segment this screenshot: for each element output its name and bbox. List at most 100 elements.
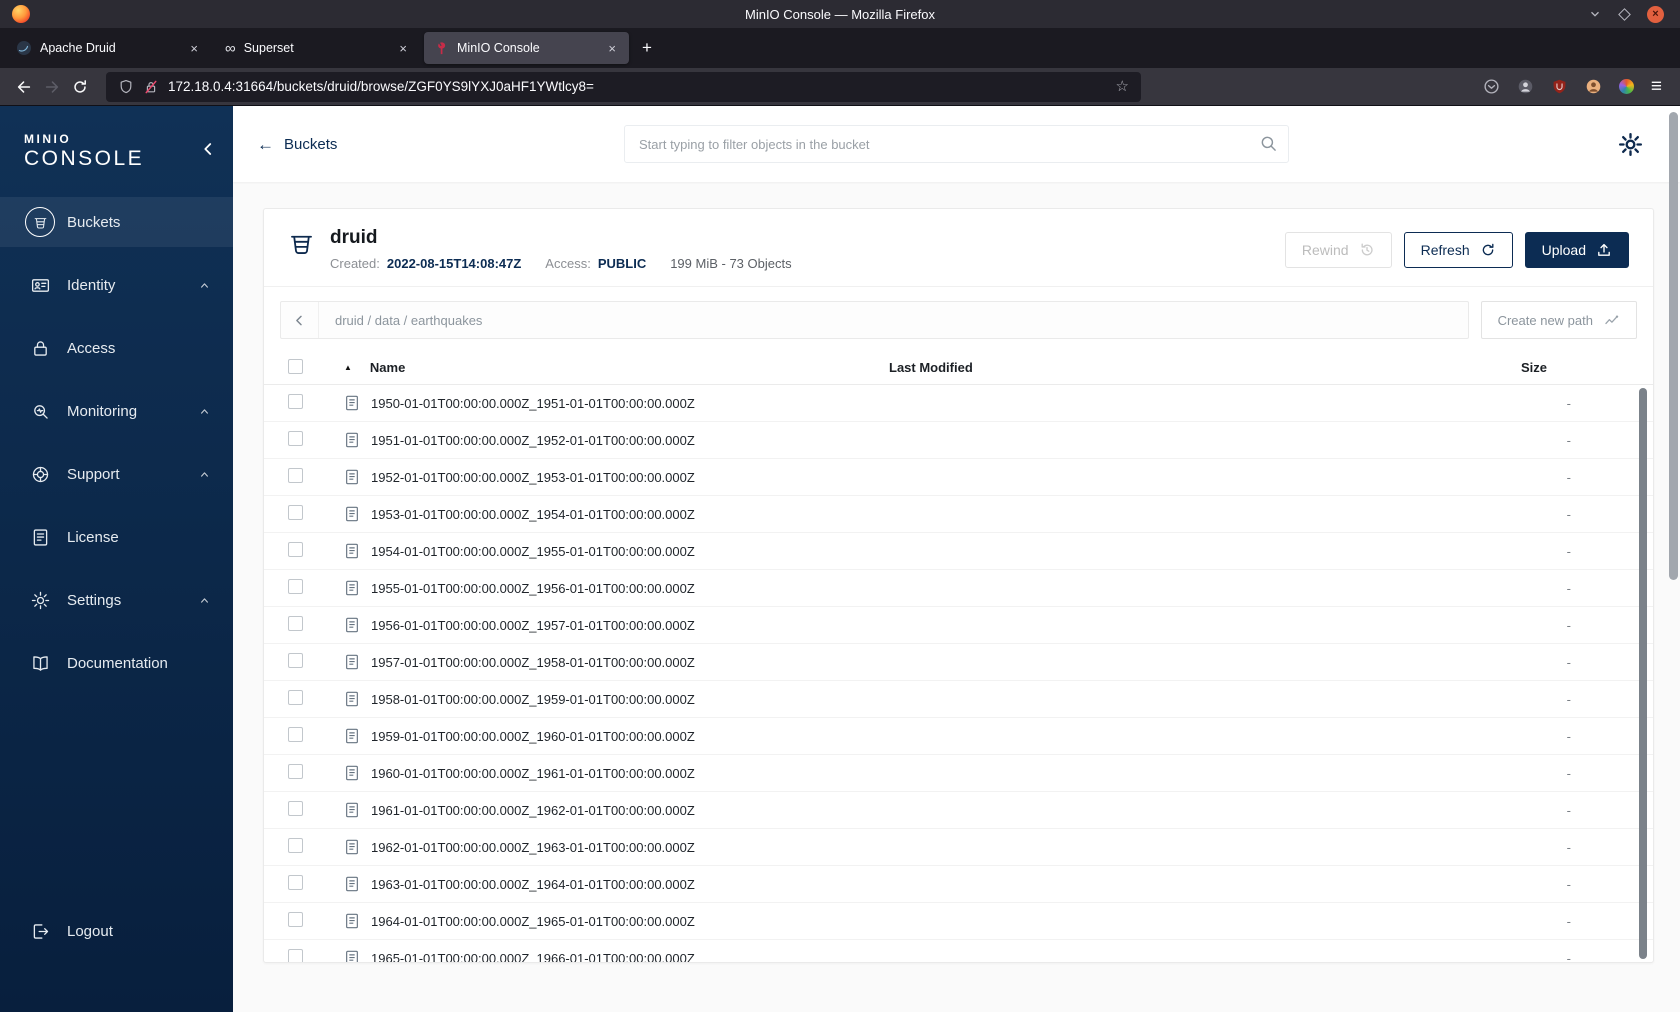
ublock-shield-icon[interactable] bbox=[1551, 78, 1568, 95]
rewind-button[interactable]: Rewind bbox=[1284, 232, 1392, 268]
object-size: - bbox=[1566, 913, 1571, 929]
object-row[interactable]: 1959-01-01T00:00:00.000Z_1960-01-01T00:0… bbox=[264, 718, 1653, 755]
object-row[interactable]: 1955-01-01T00:00:00.000Z_1956-01-01T00:0… bbox=[264, 570, 1653, 607]
new-tab-button[interactable]: + bbox=[633, 34, 661, 62]
tab-superset[interactable]: ∞ Superset × bbox=[215, 32, 420, 64]
bucket-icon bbox=[25, 207, 55, 237]
create-new-path-button[interactable]: Create new path bbox=[1480, 301, 1637, 339]
tab-close-icon[interactable]: × bbox=[396, 40, 410, 57]
user-avatar-icon[interactable] bbox=[1585, 78, 1602, 95]
sidebar-item-license[interactable]: License bbox=[0, 512, 233, 562]
object-row[interactable]: 1962-01-01T00:00:00.000Z_1963-01-01T00:0… bbox=[264, 829, 1653, 866]
row-checkbox[interactable] bbox=[288, 579, 303, 594]
window-close-icon[interactable]: × bbox=[1647, 5, 1664, 23]
back-to-buckets-link[interactable]: ← Buckets bbox=[257, 136, 337, 153]
row-checkbox[interactable] bbox=[288, 542, 303, 557]
object-row[interactable]: 1951-01-01T00:00:00.000Z_1952-01-01T00:0… bbox=[264, 422, 1653, 459]
bookmark-star-icon[interactable]: ☆ bbox=[1116, 79, 1129, 94]
sidebar-item-label: Buckets bbox=[67, 213, 121, 231]
object-row[interactable]: 1952-01-01T00:00:00.000Z_1953-01-01T00:0… bbox=[264, 459, 1653, 496]
refresh-button[interactable]: Refresh bbox=[1403, 232, 1513, 268]
object-row[interactable]: 1961-01-01T00:00:00.000Z_1962-01-01T00:0… bbox=[264, 792, 1653, 829]
object-row[interactable]: 1964-01-01T00:00:00.000Z_1965-01-01T00:0… bbox=[264, 903, 1653, 940]
sidebar-item-monitoring[interactable]: Monitoring bbox=[0, 386, 233, 436]
search-input[interactable] bbox=[624, 125, 1289, 163]
object-row[interactable]: 1960-01-01T00:00:00.000Z_1961-01-01T00:0… bbox=[264, 755, 1653, 792]
row-checkbox[interactable] bbox=[288, 394, 303, 409]
object-name: 1962-01-01T00:00:00.000Z_1963-01-01T00:0… bbox=[371, 839, 695, 855]
row-checkbox[interactable] bbox=[288, 912, 303, 927]
account-avatar-icon[interactable] bbox=[1517, 78, 1534, 95]
object-row[interactable]: 1950-01-01T00:00:00.000Z_1951-01-01T00:0… bbox=[264, 385, 1653, 422]
object-row[interactable]: 1956-01-01T00:00:00.000Z_1957-01-01T00:0… bbox=[264, 607, 1653, 644]
sidebar-collapse-button[interactable] bbox=[199, 140, 217, 158]
object-row[interactable]: 1965-01-01T00:00:00.000Z_1966-01-01T00:0… bbox=[264, 940, 1653, 962]
browse-toolbar: druid / data / earthquakes Create new pa… bbox=[264, 287, 1653, 339]
row-checkbox[interactable] bbox=[288, 801, 303, 816]
object-row[interactable]: 1953-01-01T00:00:00.000Z_1954-01-01T00:0… bbox=[264, 496, 1653, 533]
back-button[interactable] bbox=[10, 73, 38, 101]
reload-button[interactable] bbox=[66, 73, 94, 101]
file-icon bbox=[346, 543, 358, 559]
object-row[interactable]: 1958-01-01T00:00:00.000Z_1959-01-01T00:0… bbox=[264, 681, 1653, 718]
settings-gear-icon[interactable] bbox=[1617, 131, 1644, 158]
url-bar[interactable]: 172.18.0.4:31664/buckets/druid/browse/ZG… bbox=[106, 71, 1141, 102]
url-text[interactable]: 172.18.0.4:31664/buckets/druid/browse/ZG… bbox=[168, 79, 1107, 94]
object-size: - bbox=[1566, 802, 1571, 818]
upload-button[interactable]: Upload bbox=[1524, 232, 1629, 268]
row-checkbox[interactable] bbox=[288, 838, 303, 853]
page-scrollbar[interactable] bbox=[1669, 112, 1678, 580]
create-new-path-label: Create new path bbox=[1497, 312, 1593, 328]
row-checkbox[interactable] bbox=[288, 949, 303, 962]
object-name: 1955-01-01T00:00:00.000Z_1956-01-01T00:0… bbox=[371, 580, 695, 596]
row-checkbox[interactable] bbox=[288, 505, 303, 520]
object-row[interactable]: 1957-01-01T00:00:00.000Z_1958-01-01T00:0… bbox=[264, 644, 1653, 681]
lifebuoy-icon bbox=[32, 466, 49, 482]
row-checkbox[interactable] bbox=[288, 616, 303, 631]
extension-pinwheel-icon[interactable] bbox=[1618, 79, 1634, 94]
row-checkbox[interactable] bbox=[288, 431, 303, 446]
row-checkbox[interactable] bbox=[288, 764, 303, 779]
chevron-up-icon bbox=[200, 408, 209, 414]
object-name: 1956-01-01T00:00:00.000Z_1957-01-01T00:0… bbox=[371, 617, 695, 633]
pocket-icon[interactable] bbox=[1483, 78, 1500, 95]
table-scrollbar[interactable] bbox=[1639, 388, 1647, 959]
select-all-checkbox[interactable] bbox=[288, 358, 303, 374]
tab-label: Apache Druid bbox=[40, 41, 116, 55]
tracking-shield-icon[interactable] bbox=[118, 79, 134, 95]
forward-button[interactable] bbox=[38, 73, 66, 101]
object-name: 1951-01-01T00:00:00.000Z_1952-01-01T00:0… bbox=[371, 432, 695, 448]
breadcrumb-back-button[interactable] bbox=[281, 302, 319, 338]
file-icon bbox=[346, 469, 358, 485]
row-checkbox[interactable] bbox=[288, 690, 303, 705]
object-size: - bbox=[1566, 543, 1571, 559]
app-header: ← Buckets bbox=[233, 106, 1680, 182]
object-size: - bbox=[1566, 765, 1571, 781]
object-row[interactable]: 1963-01-01T00:00:00.000Z_1964-01-01T00:0… bbox=[264, 866, 1653, 903]
sidebar-item-support[interactable]: Support bbox=[0, 449, 233, 499]
sidebar-item-access[interactable]: Access bbox=[0, 323, 233, 373]
row-checkbox[interactable] bbox=[288, 727, 303, 742]
sidebar-item-settings[interactable]: Settings bbox=[0, 575, 233, 625]
window-controls: × bbox=[1588, 5, 1680, 23]
toolbar-extensions: ≡ bbox=[1483, 77, 1670, 96]
tab-close-icon[interactable]: × bbox=[187, 40, 201, 57]
row-checkbox[interactable] bbox=[288, 653, 303, 668]
connection-lock-icon[interactable] bbox=[143, 79, 159, 95]
sidebar-item-buckets[interactable]: Buckets bbox=[0, 197, 233, 247]
last-modified-column-header: Last Modified bbox=[889, 360, 973, 375]
name-column-header[interactable]: ▲ Name bbox=[344, 360, 889, 375]
sidebar-item-logout[interactable]: Logout bbox=[0, 906, 233, 956]
tab-apache-druid[interactable]: Apache Druid × bbox=[6, 32, 211, 64]
row-checkbox[interactable] bbox=[288, 468, 303, 483]
tab-minio-console[interactable]: MinIO Console × bbox=[424, 32, 629, 64]
window-maximize-icon[interactable] bbox=[1618, 7, 1631, 21]
sidebar-item-documentation[interactable]: Documentation bbox=[0, 638, 233, 688]
tab-close-icon[interactable]: × bbox=[605, 40, 619, 57]
object-name: 1961-01-01T00:00:00.000Z_1962-01-01T00:0… bbox=[371, 802, 695, 818]
window-menu-chevron-icon[interactable] bbox=[1588, 7, 1602, 21]
object-row[interactable]: 1954-01-01T00:00:00.000Z_1955-01-01T00:0… bbox=[264, 533, 1653, 570]
sidebar-item-identity[interactable]: Identity bbox=[0, 260, 233, 310]
hamburger-menu-icon[interactable]: ≡ bbox=[1651, 77, 1662, 96]
row-checkbox[interactable] bbox=[288, 875, 303, 890]
